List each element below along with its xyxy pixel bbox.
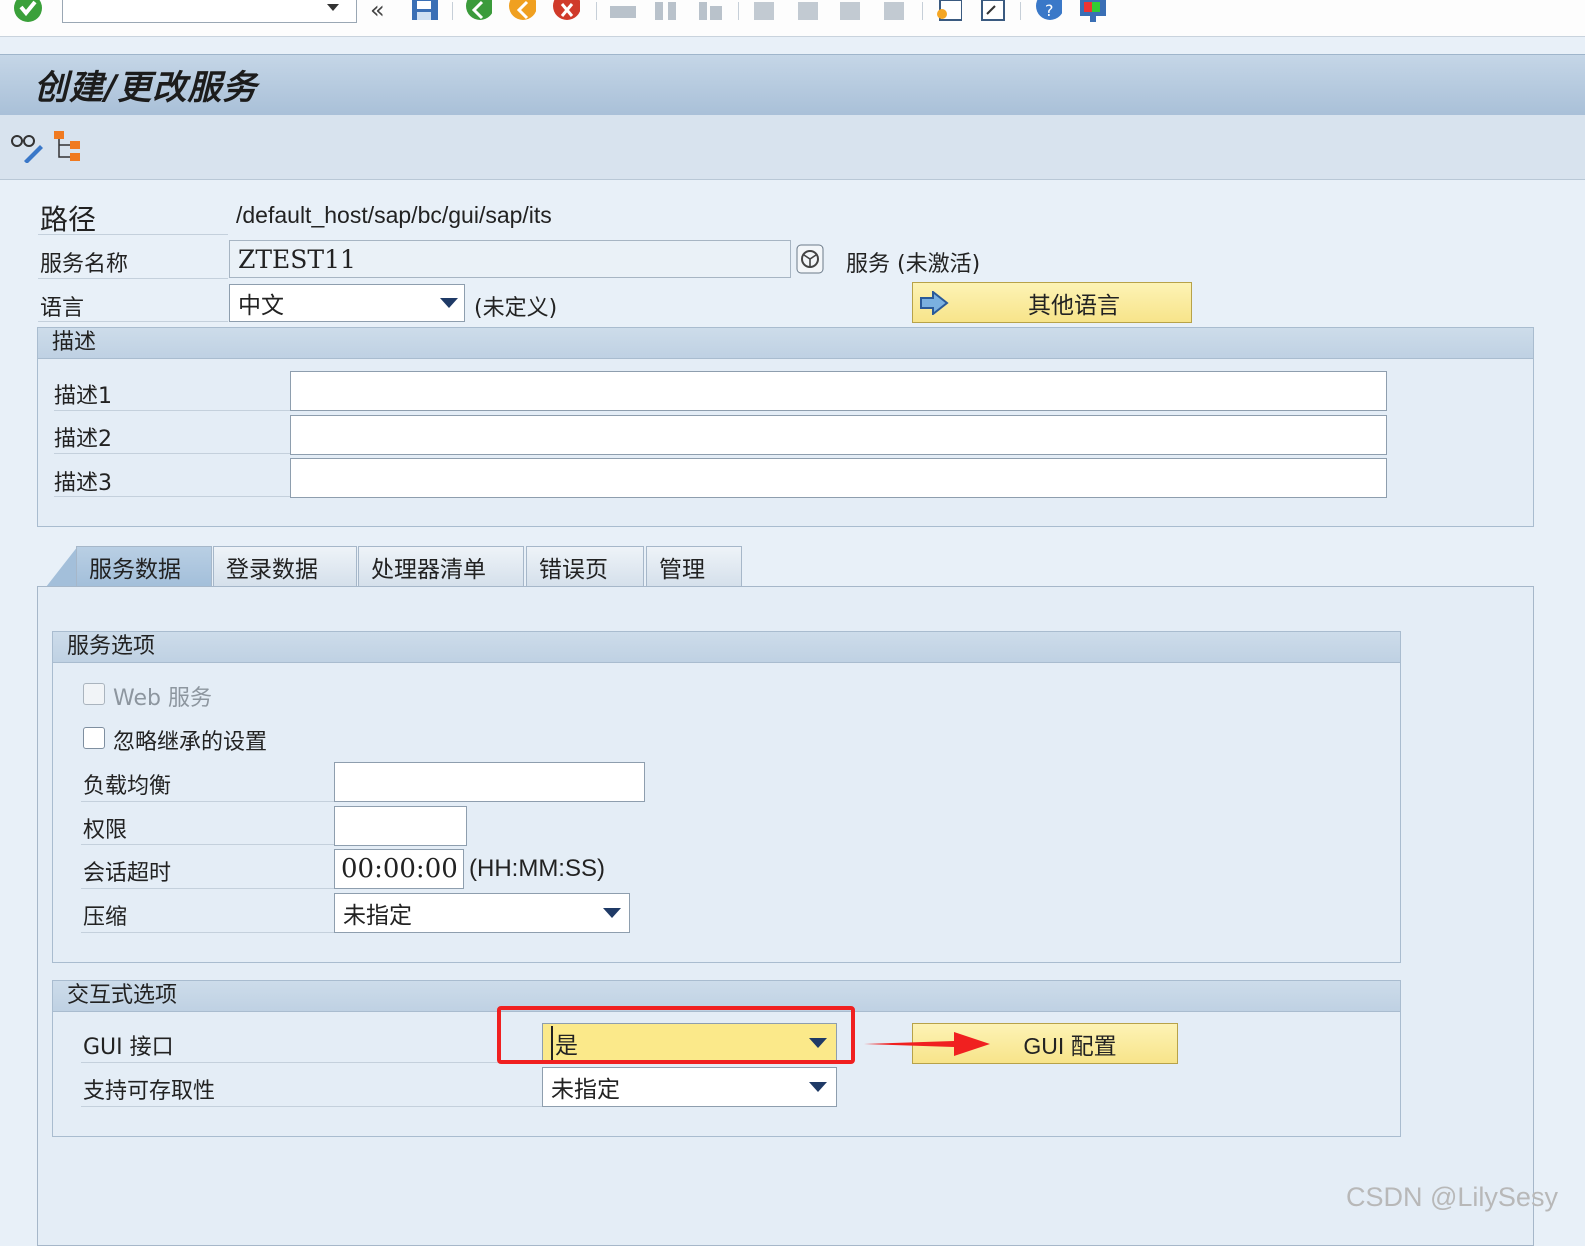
application-toolbar [0,115,1585,180]
tab-error-pages[interactable]: 错误页 [526,546,644,586]
load-balance-field[interactable] [334,762,645,802]
find-icon[interactable] [652,0,680,24]
web-service-checkbox[interactable] [83,683,105,705]
check-icon[interactable] [14,0,42,24]
language-value: 中文 [238,293,284,319]
arrow-right-icon [920,291,949,315]
tab-logon-data[interactable]: 登录数据 [213,546,357,586]
path-value: /default_host/sap/bc/gui/sap/its [236,202,552,228]
service-options-group: 服务选项 Web 服务 忽略继承的设置 负载均衡 权限 会话超时 00:00:0… [52,631,1401,963]
description-1-field[interactable] [290,371,1387,411]
description-2-field[interactable] [290,415,1387,455]
next-page-icon[interactable] [836,0,864,24]
page-title: 创建/更改服务 [34,68,258,108]
compression-select[interactable]: 未指定 [334,893,630,933]
description-3-label: 描述3 [54,471,112,496]
svg-text:?: ? [1045,1,1054,20]
session-timeout-unit: (HH:MM:SS) [469,855,605,882]
path-label: 路径 [40,203,97,236]
language-select[interactable]: 中文 [229,284,465,322]
service-status: 服务 (未激活) [846,252,981,277]
red-arrow-icon [864,1032,990,1056]
chevron-down-icon[interactable] [809,1082,827,1092]
accessibility-value: 未指定 [551,1077,620,1103]
watermark: CSDN @LilySesy [1346,1182,1558,1212]
system-toolbar: « ? [0,0,1585,37]
tab-handler-list[interactable]: 处理器清单 [358,546,524,586]
compression-label: 压缩 [83,905,128,930]
service-options-header: 服务选项 [53,632,1400,663]
tab-corner [46,546,78,587]
cancel-icon[interactable] [552,0,580,24]
command-field[interactable] [62,0,357,23]
other-language-label: 其他语言 [1028,292,1120,319]
session-timeout-label: 会话超时 [83,861,172,886]
prev-page-icon[interactable] [794,0,822,24]
description-header: 描述 [38,328,1533,359]
accessibility-label: 支持可存取性 [83,1079,216,1104]
back-icon[interactable] [464,0,492,24]
exit-icon[interactable] [508,0,536,24]
print-icon[interactable] [608,0,636,24]
find-next-icon[interactable] [696,0,724,24]
highlight-box [497,1006,855,1064]
accessibility-select[interactable]: 未指定 [542,1067,837,1107]
tab-service-data[interactable]: 服务数据 [76,546,212,586]
hierarchy-icon[interactable] [52,129,84,163]
tab-administration[interactable]: 管理 [646,546,742,586]
chevron-down-icon[interactable] [325,2,341,14]
description-3-field[interactable] [290,458,1387,498]
object-status-icon [796,244,824,274]
display-change-icon[interactable] [10,131,44,163]
save-icon[interactable] [410,0,438,24]
ignore-inherited-label: 忽略继承的设置 [113,730,268,755]
compression-value: 未指定 [343,903,412,929]
language-status: (未定义) [474,296,558,321]
chevron-down-icon[interactable] [440,298,458,308]
gui-interface-label: GUI 接口 [83,1035,174,1060]
service-name-field[interactable]: ZTEST11 [229,240,791,278]
authority-field[interactable] [334,806,467,846]
load-balance-label: 负载均衡 [83,774,172,799]
description-2-label: 描述2 [54,427,112,452]
new-session-icon[interactable] [934,0,962,24]
help-icon[interactable]: ? [1034,0,1062,24]
web-service-label: Web 服务 [113,686,212,711]
shortcut-icon[interactable] [978,0,1006,24]
authority-label: 权限 [83,818,128,843]
description-1-label: 描述1 [54,384,112,409]
chevron-down-icon[interactable] [603,908,621,918]
description-group: 描述 描述1 描述2 描述3 [37,327,1534,527]
gui-config-label: GUI 配置 [1023,1032,1117,1059]
last-page-icon[interactable] [880,0,908,24]
ignore-inherited-checkbox[interactable] [83,727,105,749]
session-timeout-field[interactable]: 00:00:00 [334,849,464,889]
first-page-icon[interactable] [750,0,778,24]
other-language-button[interactable]: 其他语言 [912,282,1192,323]
service-name-label: 服务名称 [40,252,129,277]
language-label: 语言 [40,296,85,321]
layout-icon[interactable] [1078,0,1106,24]
collapse-icon[interactable]: « [370,0,385,24]
